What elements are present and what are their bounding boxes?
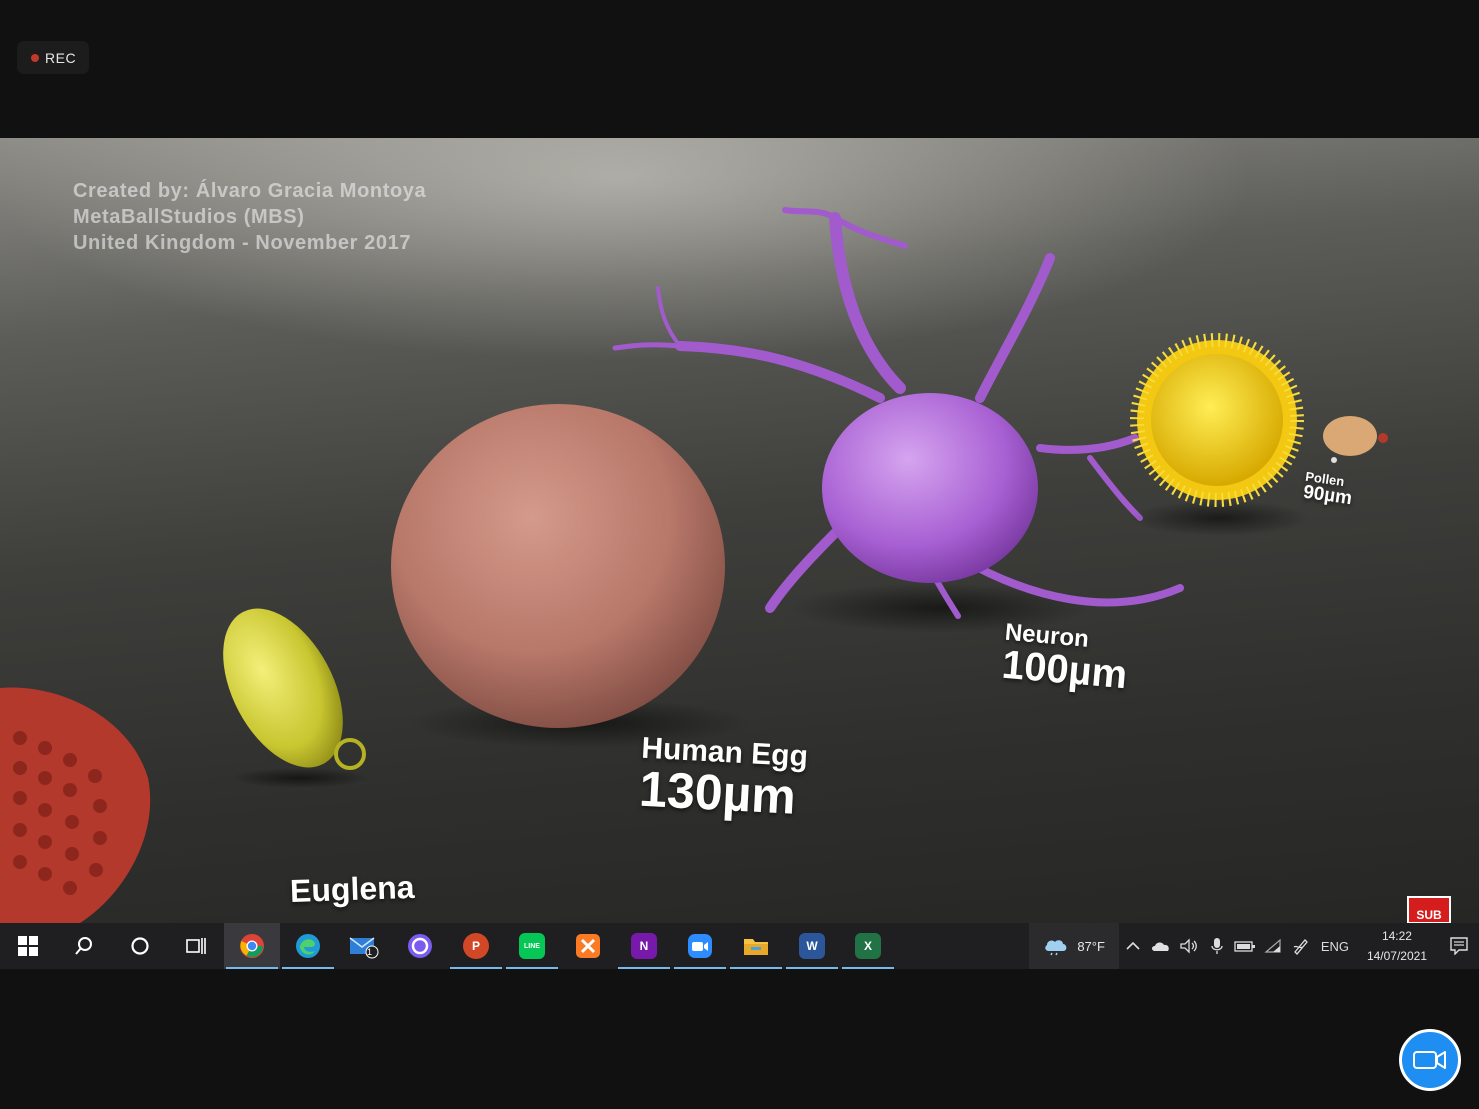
system-tray: 87°F ENG 14:22 14/07/2021	[1029, 923, 1479, 969]
taskbar-app-excel[interactable]: X	[840, 923, 896, 969]
mail-badge: 1	[367, 947, 373, 957]
cortana-app-icon	[408, 934, 432, 958]
video-camera-icon	[1413, 1051, 1446, 1069]
label-name: Euglena	[289, 868, 416, 910]
taskbar-app-word[interactable]: W	[784, 923, 840, 969]
onedrive-cloud-icon[interactable]	[1147, 940, 1175, 952]
taskbar-app-file-explorer[interactable]	[728, 923, 784, 969]
subscribe-badge[interactable]: SUB	[1407, 896, 1451, 923]
input-language[interactable]: ENG	[1315, 939, 1355, 954]
wifi-icon[interactable]	[1259, 938, 1287, 954]
cortana-circle-icon	[131, 937, 149, 955]
label-neuron: Neuron 100µm	[1000, 619, 1130, 698]
volume-icon[interactable]	[1175, 938, 1203, 954]
chrome-icon	[240, 934, 264, 958]
zoom-icon	[688, 934, 712, 958]
edge-icon	[296, 934, 320, 958]
folder-icon	[744, 939, 768, 955]
task-view-icon	[186, 938, 206, 954]
taskbar-app-edge[interactable]	[280, 923, 336, 969]
taskbar-app-cortana[interactable]	[392, 923, 448, 969]
cloud-rain-icon	[1045, 940, 1067, 956]
taskbar-app-xampp[interactable]	[560, 923, 616, 969]
label-euglena: Euglena	[289, 868, 416, 910]
red-organism	[0, 687, 151, 923]
label-pollen: Pollen 90µm	[1302, 469, 1355, 509]
video-frame: Created by: Álvaro Gracia Montoya MetaBa…	[0, 138, 1479, 923]
human-egg-model	[391, 404, 750, 748]
taskbar-app-powerpoint[interactable]: P	[448, 923, 504, 969]
search-button[interactable]	[56, 923, 112, 969]
camera-button[interactable]	[1399, 1029, 1461, 1091]
taskbar-app-chrome[interactable]	[224, 923, 280, 969]
recording-indicator: REC	[17, 41, 89, 74]
weather-widget[interactable]: 87°F	[1029, 923, 1119, 969]
label-size: 100µm	[1000, 642, 1129, 698]
search-icon	[75, 937, 92, 955]
taskbar-app-mail[interactable]: 1	[336, 923, 392, 969]
tray-chevron-up-icon[interactable]	[1119, 941, 1147, 951]
label-human-egg: Human Egg 130µm	[637, 732, 809, 825]
task-view-button[interactable]	[168, 923, 224, 969]
subscribe-label: SUB	[1416, 908, 1442, 922]
pollen-model	[1130, 333, 1310, 536]
onenote-icon: N	[631, 933, 657, 959]
notification-icon	[1450, 937, 1468, 955]
word-icon: W	[799, 933, 825, 959]
taskbar-app-onenote[interactable]: N	[616, 923, 672, 969]
weather-temp: 87°F	[1077, 938, 1105, 954]
clock-time: 14:22	[1381, 929, 1412, 943]
action-center-button[interactable]	[1439, 937, 1479, 955]
taskbar-clock[interactable]: 14:22 14/07/2021	[1355, 926, 1439, 966]
small-cell-model	[1323, 416, 1388, 463]
powerpoint-icon: P	[463, 933, 489, 959]
start-button[interactable]	[0, 923, 56, 969]
mail-icon	[349, 937, 379, 959]
label-size: 130µm	[637, 760, 798, 825]
microphone-icon[interactable]	[1203, 937, 1231, 955]
excel-icon: X	[855, 933, 881, 959]
windows-logo-icon	[18, 936, 38, 956]
recording-label: REC	[45, 49, 77, 66]
cortana-button[interactable]	[112, 923, 168, 969]
line-icon: LINE	[519, 933, 545, 959]
record-dot-icon	[31, 53, 39, 62]
battery-icon[interactable]	[1231, 940, 1259, 952]
clock-date: 14/07/2021	[1366, 949, 1427, 963]
windows-taskbar: 1 P LINE N W X 87°F ENG 14:22 14/07/2021	[0, 923, 1479, 969]
euglena-model	[223, 608, 370, 788]
xampp-icon	[576, 934, 600, 958]
pen-icon[interactable]	[1287, 937, 1315, 955]
taskbar-app-line[interactable]: LINE	[504, 923, 560, 969]
language-label: ENG	[1320, 938, 1350, 954]
taskbar-app-zoom[interactable]	[672, 923, 728, 969]
